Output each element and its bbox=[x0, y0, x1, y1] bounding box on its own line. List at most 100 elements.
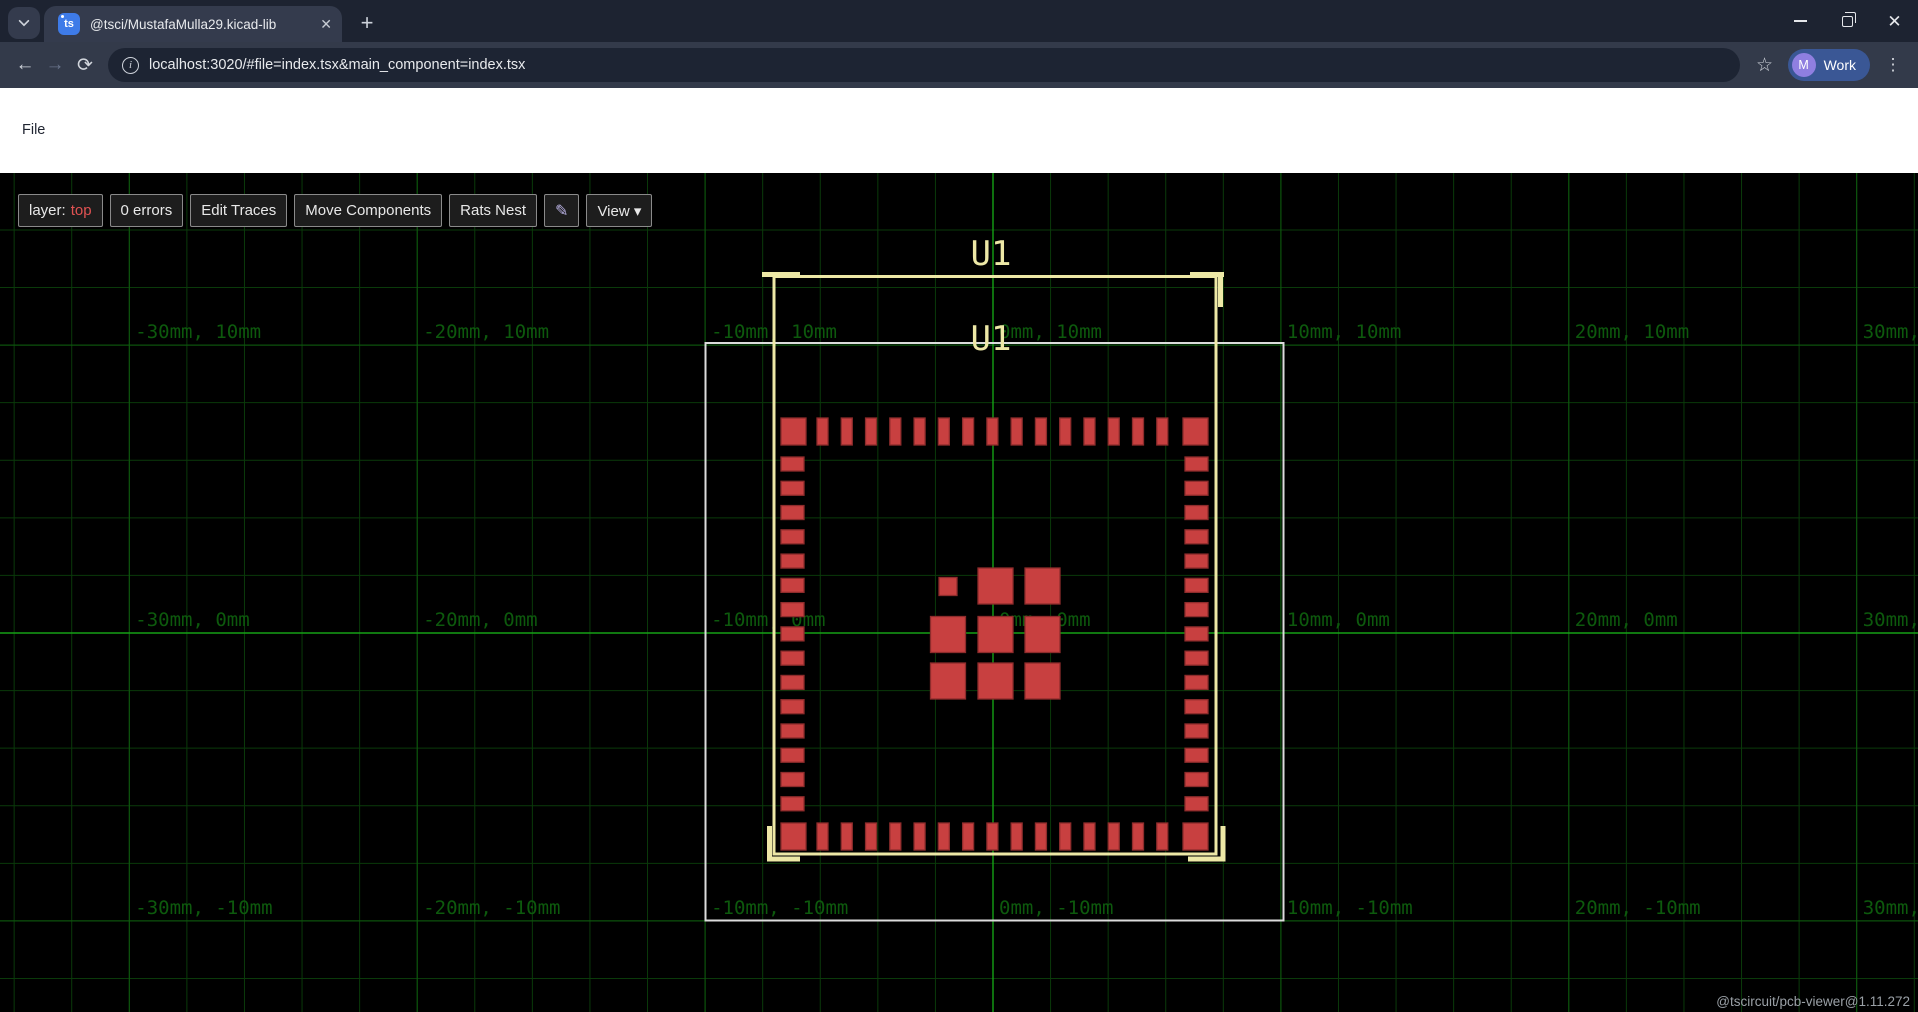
window-close-button[interactable]: ✕ bbox=[1871, 0, 1918, 42]
pcb-pad[interactable] bbox=[987, 823, 998, 850]
pcb-toolbar: layer: top 0 errors Edit Traces Move Com… bbox=[18, 194, 652, 227]
pcb-pad[interactable] bbox=[1025, 617, 1060, 653]
window-restore-button[interactable] bbox=[1824, 0, 1871, 42]
pcb-pad[interactable] bbox=[1185, 457, 1208, 471]
pcb-pad[interactable] bbox=[1183, 823, 1208, 850]
pcb-pad[interactable] bbox=[781, 797, 804, 811]
pcb-pad[interactable] bbox=[1025, 663, 1060, 699]
pcb-pad[interactable] bbox=[1185, 651, 1208, 665]
pcb-pad[interactable] bbox=[963, 418, 974, 445]
pcb-pad[interactable] bbox=[781, 823, 806, 850]
pcb-pad[interactable] bbox=[1185, 506, 1208, 520]
move-components-button[interactable]: Move Components bbox=[294, 194, 442, 227]
pcb-pad[interactable] bbox=[781, 506, 804, 520]
tab-search-button[interactable] bbox=[8, 7, 40, 39]
pcb-pad[interactable] bbox=[1060, 823, 1071, 850]
pcb-pad[interactable] bbox=[987, 418, 998, 445]
url-bar[interactable]: i localhost:3020/#file=index.tsx&main_co… bbox=[108, 48, 1740, 82]
browser-window: ts @tsci/MustafaMulla29.kicad-lib ✕ + ✕ … bbox=[0, 0, 1918, 1012]
pcb-pad[interactable] bbox=[781, 724, 804, 738]
window-minimize-button[interactable] bbox=[1777, 0, 1824, 42]
pcb-pad[interactable] bbox=[1185, 627, 1208, 641]
pcb-pad[interactable] bbox=[931, 663, 966, 699]
pcb-pad[interactable] bbox=[978, 663, 1013, 699]
forward-button[interactable]: → bbox=[40, 50, 70, 80]
pcb-pad[interactable] bbox=[781, 603, 804, 617]
pcb-pad[interactable] bbox=[890, 823, 901, 850]
pcb-pad[interactable] bbox=[781, 554, 804, 568]
pcb-pad[interactable] bbox=[841, 418, 852, 445]
pcb-pad[interactable] bbox=[939, 578, 957, 596]
file-menu[interactable]: File bbox=[22, 122, 45, 138]
pcb-pad[interactable] bbox=[781, 578, 804, 592]
pcb-pad[interactable] bbox=[817, 418, 828, 445]
pcb-pad[interactable] bbox=[1185, 773, 1208, 787]
pcb-pad[interactable] bbox=[866, 823, 877, 850]
pcb-pad[interactable] bbox=[781, 627, 804, 641]
pcb-pad[interactable] bbox=[781, 773, 804, 787]
pcb-canvas[interactable]: -30mm, 10mm-20mm, 10mm-10mm, 10mm0mm, 10… bbox=[0, 173, 1918, 1012]
pcb-pad[interactable] bbox=[781, 418, 806, 445]
pcb-pad[interactable] bbox=[1185, 675, 1208, 689]
pcb-pad[interactable] bbox=[890, 418, 901, 445]
pcb-pad[interactable] bbox=[1185, 578, 1208, 592]
profile-chip[interactable]: M Work bbox=[1788, 49, 1870, 81]
pcb-pad[interactable] bbox=[781, 457, 804, 471]
pcb-pad[interactable] bbox=[1185, 700, 1208, 714]
pcb-pad[interactable] bbox=[914, 823, 925, 850]
tab-close-icon[interactable]: ✕ bbox=[320, 16, 332, 33]
pcb-pad[interactable] bbox=[1185, 797, 1208, 811]
pcb-pad[interactable] bbox=[1108, 823, 1119, 850]
pcb-pad[interactable] bbox=[817, 823, 828, 850]
pcb-pad[interactable] bbox=[1185, 724, 1208, 738]
pcb-pad[interactable] bbox=[1157, 823, 1168, 850]
pcb-pad[interactable] bbox=[963, 823, 974, 850]
pcb-pad[interactable] bbox=[978, 617, 1013, 653]
new-tab-button[interactable]: + bbox=[352, 8, 382, 38]
bookmark-star-icon[interactable]: ☆ bbox=[1750, 50, 1780, 80]
rats-nest-button[interactable]: Rats Nest bbox=[449, 194, 537, 227]
pcb-pad[interactable] bbox=[1133, 823, 1144, 850]
close-icon: ✕ bbox=[1887, 13, 1901, 30]
pcb-pad[interactable] bbox=[1185, 603, 1208, 617]
pcb-pad[interactable] bbox=[781, 700, 804, 714]
pcb-pad[interactable] bbox=[1185, 481, 1208, 495]
pcb-pad[interactable] bbox=[938, 823, 949, 850]
pcb-pad[interactable] bbox=[1084, 418, 1095, 445]
back-button[interactable]: ← bbox=[10, 50, 40, 80]
pcb-pad[interactable] bbox=[1035, 823, 1046, 850]
pcb-pad[interactable] bbox=[1185, 554, 1208, 568]
pcb-pad[interactable] bbox=[1060, 418, 1071, 445]
edit-traces-button[interactable]: Edit Traces bbox=[190, 194, 287, 227]
edit-pencil-icon[interactable]: ✎ bbox=[544, 194, 579, 227]
pcb-pad[interactable] bbox=[1133, 418, 1144, 445]
pcb-pad[interactable] bbox=[841, 823, 852, 850]
reload-button[interactable]: ⟳ bbox=[70, 50, 100, 80]
browser-menu-icon[interactable]: ⋮ bbox=[1878, 50, 1908, 80]
pcb-pad[interactable] bbox=[1035, 418, 1046, 445]
pcb-pad[interactable] bbox=[781, 651, 804, 665]
pcb-pad[interactable] bbox=[1025, 568, 1060, 604]
pcb-pad[interactable] bbox=[866, 418, 877, 445]
view-dropdown-button[interactable]: View ▾ bbox=[586, 194, 652, 227]
layer-button[interactable]: layer: top bbox=[18, 194, 103, 227]
pcb-pad[interactable] bbox=[1185, 530, 1208, 544]
pcb-pad[interactable] bbox=[1183, 418, 1208, 445]
pcb-pad[interactable] bbox=[1157, 418, 1168, 445]
pcb-pad[interactable] bbox=[1011, 823, 1022, 850]
browser-tab[interactable]: ts @tsci/MustafaMulla29.kicad-lib ✕ bbox=[44, 6, 342, 42]
pcb-pad[interactable] bbox=[781, 530, 804, 544]
pcb-pad[interactable] bbox=[1084, 823, 1095, 850]
pcb-pad[interactable] bbox=[978, 568, 1013, 604]
pcb-pad[interactable] bbox=[1011, 418, 1022, 445]
errors-button[interactable]: 0 errors bbox=[110, 194, 184, 227]
pcb-pad[interactable] bbox=[781, 748, 804, 762]
pcb-pad[interactable] bbox=[914, 418, 925, 445]
pcb-pad[interactable] bbox=[781, 481, 804, 495]
pcb-pad[interactable] bbox=[781, 675, 804, 689]
site-info-icon[interactable]: i bbox=[122, 57, 139, 74]
pcb-pad[interactable] bbox=[1185, 748, 1208, 762]
pcb-pad[interactable] bbox=[938, 418, 949, 445]
pcb-pad[interactable] bbox=[1108, 418, 1119, 445]
pcb-pad[interactable] bbox=[931, 617, 966, 653]
